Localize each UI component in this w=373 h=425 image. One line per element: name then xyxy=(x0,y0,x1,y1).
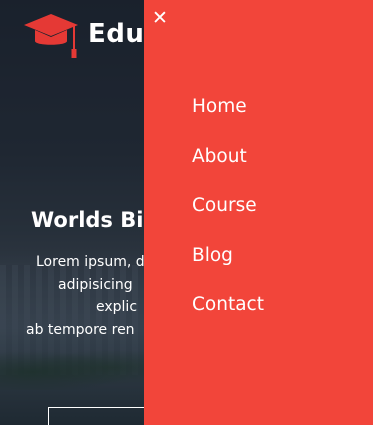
nav-item-course: Course xyxy=(192,181,264,231)
close-icon[interactable]: ✕ xyxy=(152,7,170,29)
site-logo[interactable]: Edu xyxy=(22,8,144,60)
nav-item-contact: Contact xyxy=(192,280,264,330)
hero-headline: Worlds Bi xyxy=(31,208,144,232)
brand-name: Edu xyxy=(88,19,145,49)
nav-item-blog: Blog xyxy=(192,231,264,281)
mobile-nav-drawer: ✕ Home About Course Blog Contact xyxy=(144,0,373,425)
graduation-cap-icon xyxy=(24,14,78,58)
nav-link-about[interactable]: About xyxy=(192,146,247,167)
nav-item-home: Home xyxy=(192,82,264,132)
nav-link-course[interactable]: Course xyxy=(192,195,257,216)
nav-link-blog[interactable]: Blog xyxy=(192,245,233,266)
nav-link-contact[interactable]: Contact xyxy=(192,294,264,315)
nav-link-home[interactable]: Home xyxy=(192,96,247,117)
nav-menu: Home About Course Blog Contact xyxy=(192,82,264,330)
nav-item-about: About xyxy=(192,132,264,182)
